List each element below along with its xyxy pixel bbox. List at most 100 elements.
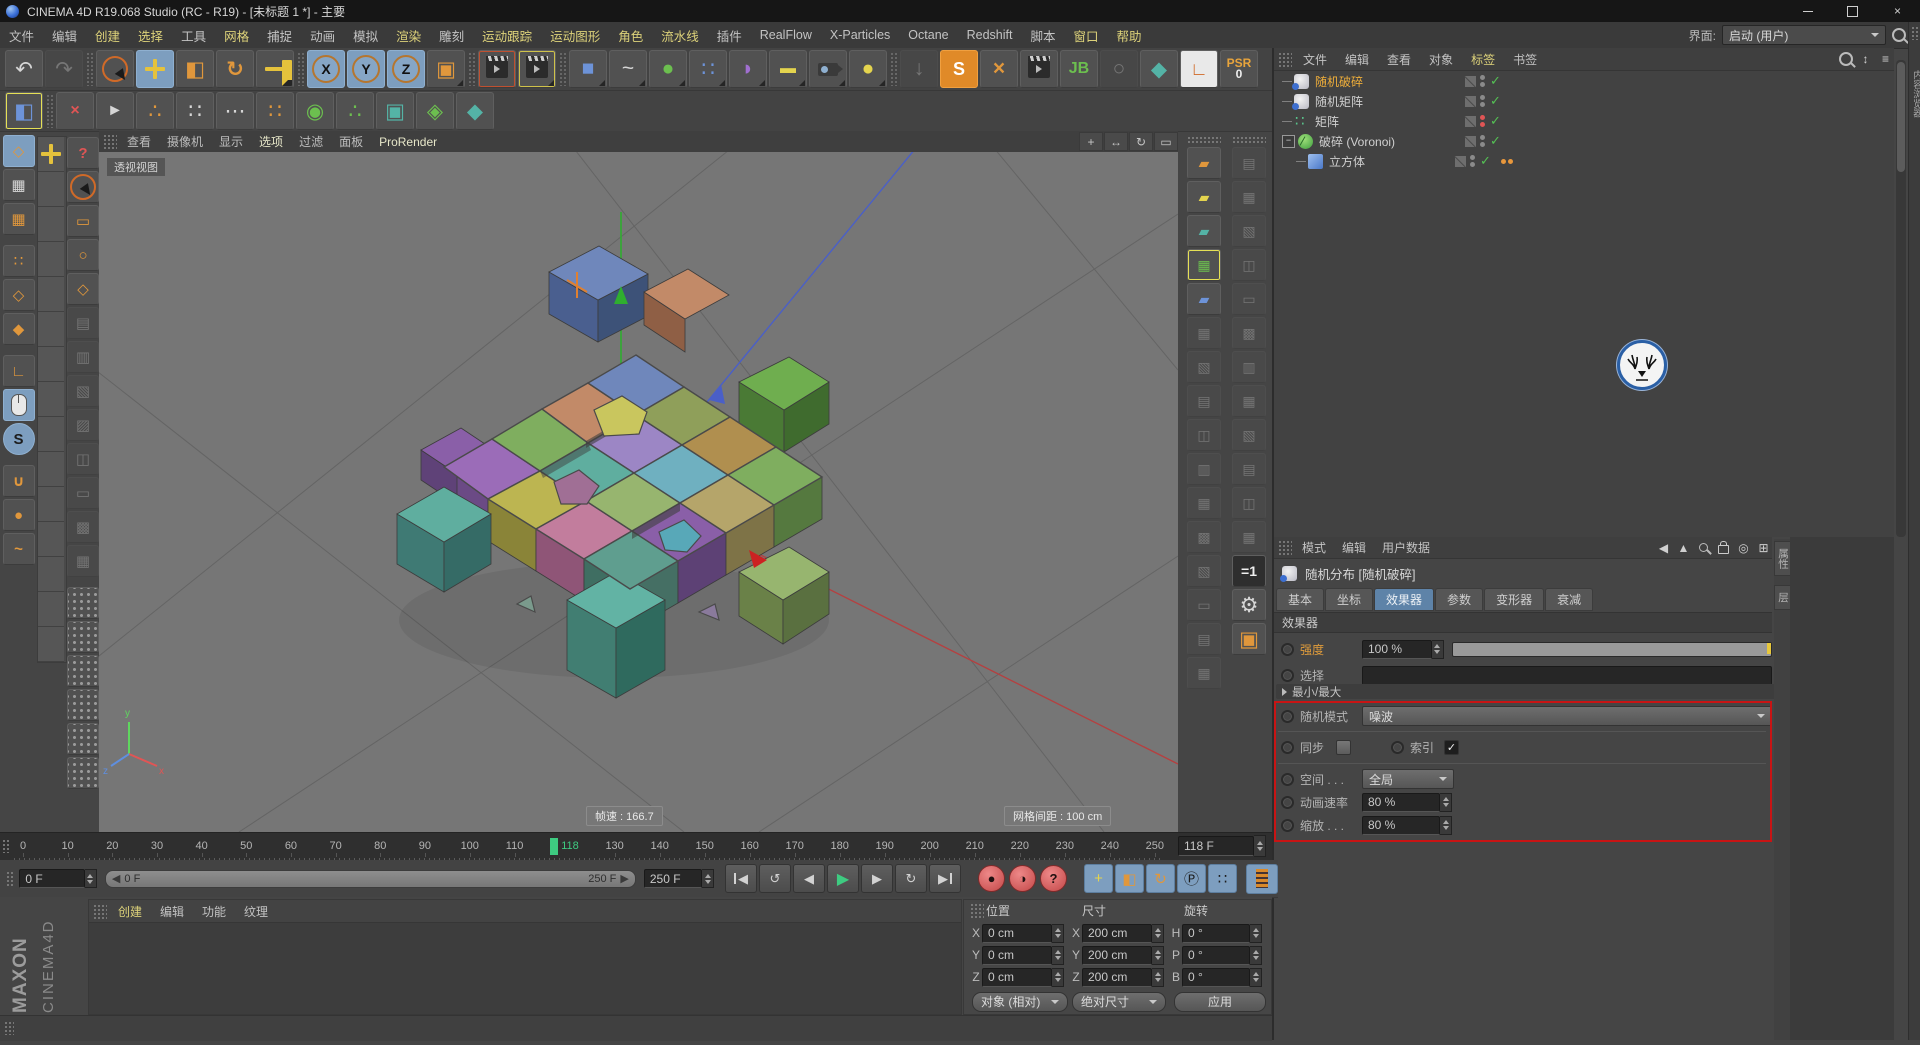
timeline-tick-150[interactable]: 150 (695, 840, 714, 857)
scale-tool-icon[interactable]: ◧ (176, 50, 214, 88)
array-preset-icon[interactable]: ▦ (1232, 385, 1266, 417)
menubar-item-13[interactable]: 角色 (609, 22, 652, 48)
minmax-group[interactable]: 最小/最大 (1276, 684, 1776, 699)
preset-icon[interactable]: ▧ (1187, 351, 1221, 383)
close-button[interactable]: × (1875, 0, 1920, 22)
enabled-check-icon[interactable]: ✓ (1490, 93, 1501, 109)
subdivision-icon[interactable]: ● (649, 50, 687, 88)
tool-slot[interactable] (38, 137, 64, 172)
frame-range-slider[interactable]: ◀ 0 F 250 F ▶ (104, 869, 636, 888)
tag-dots-icon[interactable] (1500, 158, 1513, 164)
dock-drag-handle[interactable] (1911, 26, 1919, 40)
menubar-item-22[interactable]: 帮助 (1108, 22, 1151, 48)
array-preset-icon[interactable]: ▧ (1232, 215, 1266, 247)
menubar-item-18[interactable]: Octane (899, 22, 957, 48)
empty-tool-slot[interactable] (38, 522, 64, 557)
array-dots-icon[interactable] (67, 723, 99, 755)
coord-field-x1[interactable]: 200 cm (1082, 923, 1152, 943)
keyframe-dot-icon[interactable] (1281, 740, 1294, 754)
grid-preset-icon[interactable]: ▦ (1187, 249, 1221, 281)
strength-input[interactable]: 100 % (1362, 639, 1432, 659)
enabled-check-icon[interactable]: ✓ (1490, 73, 1501, 89)
move-axis-icon[interactable] (256, 50, 294, 88)
scale-spinner[interactable] (1440, 815, 1452, 835)
array-preset-icon[interactable]: ▧ (1232, 419, 1266, 451)
settings-gear-icon[interactable]: ⚙ (1232, 589, 1266, 621)
polygon-dots-icon[interactable]: ∴ (336, 92, 374, 130)
om-menu-3[interactable]: 对象 (1420, 48, 1462, 70)
putty-tool-icon[interactable]: ● (2, 499, 35, 531)
visibility-dots[interactable] (1470, 155, 1475, 167)
empty-tool-slot[interactable] (38, 487, 64, 522)
visibility-dots[interactable] (1480, 115, 1485, 127)
weld-icon[interactable]: ▩ (67, 511, 99, 543)
menubar-item-3[interactable]: 选择 (129, 22, 172, 48)
timeline-tick-220[interactable]: 220 (1011, 840, 1029, 857)
timeline-tick-230[interactable]: 230 (1056, 840, 1074, 857)
camera-icon[interactable] (809, 50, 847, 88)
jb-plugin-icon[interactable]: JB (1060, 50, 1098, 88)
menubar-item-8[interactable]: 模拟 (344, 22, 387, 48)
visibility-dots[interactable] (1480, 75, 1485, 87)
zoom-view-icon[interactable]: ↔ (1104, 132, 1128, 151)
menubar-item-16[interactable]: RealFlow (751, 22, 821, 48)
live-selection-icon[interactable] (67, 171, 99, 203)
mograph-icon[interactable]: ∷ (689, 50, 727, 88)
tab-2[interactable]: 效果器 (1374, 588, 1435, 611)
panel-drag-handle[interactable] (103, 134, 117, 149)
layer-toggle[interactable] (1465, 75, 1476, 87)
viewport-menu-0[interactable]: 查看 (119, 131, 159, 152)
burger-menu-icon[interactable]: ≡ (1877, 52, 1894, 67)
coord-field-y1[interactable]: 200 cm (1082, 945, 1152, 965)
content-browser-tab[interactable]: 内容浏览器 (1909, 66, 1920, 122)
empty-tool-slot[interactable] (38, 417, 64, 452)
panel-drag-handle[interactable] (1278, 51, 1292, 67)
menubar-item-15[interactable]: 插件 (708, 22, 751, 48)
object-label[interactable]: 随机矩阵 (1315, 93, 1465, 110)
sphere-wire-icon[interactable]: ○ (1100, 50, 1138, 88)
render-settings-icon[interactable] (518, 50, 556, 88)
object-label[interactable]: 破碎 (Voronoi) (1319, 133, 1465, 150)
keyframe-dot-icon[interactable] (1281, 642, 1294, 656)
coord-field-b2[interactable]: 0 ° (1182, 967, 1250, 987)
autokey-button[interactable]: ◑ (1009, 865, 1036, 892)
timeline-tick-240[interactable]: 240 (1101, 840, 1119, 857)
menubar-item-0[interactable]: 文件 (0, 22, 43, 48)
parameter-key-toggle[interactable]: Ⓟ (1177, 864, 1206, 893)
new-window-icon[interactable]: ⊞ (1755, 540, 1772, 555)
am-menu-2[interactable]: 用户数据 (1374, 537, 1438, 558)
timeline-mode-button[interactable] (1246, 863, 1278, 894)
timeline-tick-80[interactable]: 80 (371, 840, 389, 857)
strength-slider[interactable] (1451, 641, 1772, 657)
layer-toggle[interactable] (1465, 95, 1476, 107)
menubar-item-14[interactable]: 流水线 (652, 22, 708, 48)
viewport-menu-6[interactable]: ProRender (371, 131, 445, 152)
keyframe-options-button[interactable]: ? (1040, 865, 1067, 892)
cursor-arrow-icon[interactable]: ▲ (1675, 540, 1692, 555)
redo-icon[interactable]: ↷ (45, 50, 83, 88)
layer-toggle[interactable] (1465, 135, 1476, 147)
scale-ruler-icon[interactable]: =1 (1232, 555, 1266, 587)
coord-spinner[interactable] (1052, 945, 1064, 965)
array-dots-icon[interactable] (67, 689, 99, 721)
empty-tool-slot[interactable] (38, 347, 64, 382)
extrude-icon[interactable]: ▤ (67, 307, 99, 339)
empty-tool-slot[interactable] (38, 172, 64, 207)
tab-5[interactable]: 衰减 (1545, 588, 1594, 611)
array-preset-icon[interactable]: ▦ (1232, 521, 1266, 553)
menubar-item-2[interactable]: 创建 (86, 22, 129, 48)
coord-spinner[interactable] (1152, 923, 1164, 943)
dots-grid-icon[interactable]: ∷ (176, 92, 214, 130)
enabled-check-icon[interactable]: ✓ (1490, 133, 1501, 149)
preset-icon[interactable]: ▭ (1187, 589, 1221, 621)
cube-array-icon[interactable]: ▣ (376, 92, 414, 130)
end-frame-spinner[interactable] (702, 869, 714, 888)
timeline-tick-20[interactable]: 20 (103, 840, 121, 857)
dots-row-icon[interactable]: ⋯ (216, 92, 254, 130)
content-browser-icon[interactable]: ▣ (1232, 623, 1266, 655)
mat-menu-0[interactable]: 创建 (109, 900, 151, 922)
points-mode-icon[interactable]: ∷ (2, 245, 35, 277)
bridge-icon[interactable]: ▨ (67, 409, 99, 441)
pla-key-toggle[interactable]: ∷ (1208, 864, 1237, 893)
start-frame-spinner[interactable] (84, 869, 97, 888)
